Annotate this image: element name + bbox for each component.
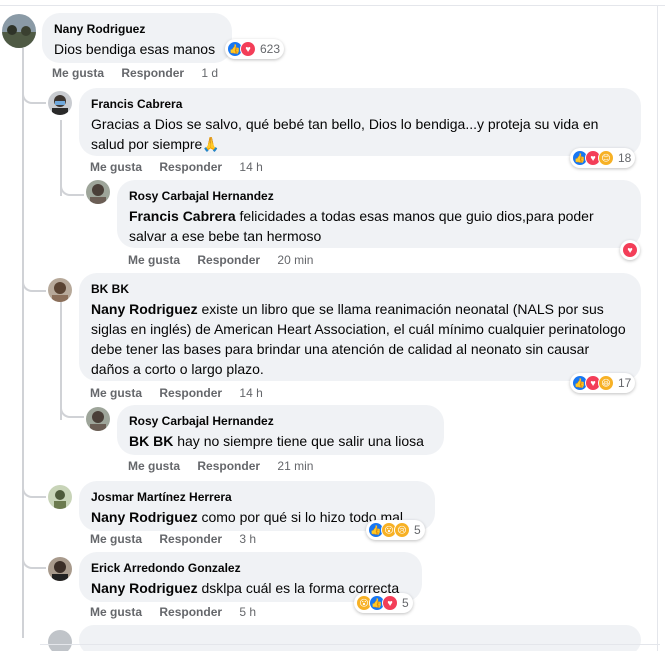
comment-bubble: Rosy Carbajal Hernandez Francis Cabrera …	[117, 180, 641, 248]
thread-hook	[22, 62, 46, 104]
avatar[interactable]	[48, 278, 72, 302]
timestamp[interactable]: 1 d	[201, 66, 218, 80]
thread-hook	[22, 535, 46, 569]
like-link[interactable]: Me gusta	[90, 386, 142, 400]
like-link[interactable]: Me gusta	[128, 459, 180, 473]
avatar[interactable]	[86, 180, 110, 204]
timestamp[interactable]: 3 h	[239, 532, 256, 546]
reply-link[interactable]: Responder	[121, 66, 184, 80]
comment-actions: Me gusta Responder 14 h	[90, 160, 277, 174]
reaction-summary[interactable]: 😮 👍 ♥ 5	[354, 593, 413, 613]
reply-link[interactable]: Responder	[197, 459, 260, 473]
timestamp[interactable]: 14 h	[239, 160, 262, 174]
comment-author[interactable]: Francis Cabrera	[91, 96, 629, 112]
reaction-count: 18	[618, 151, 632, 165]
comment-text: Nany Rodriguez existe un libro que se ll…	[91, 299, 629, 379]
comment-body: hay no siempre tiene que salir una liosa	[173, 433, 424, 449]
haha-reaction-icon: 😆	[598, 375, 614, 391]
reaction-summary[interactable]: 👍 😮 😢 5	[366, 520, 425, 540]
care-reaction-icon: 😊	[598, 150, 614, 166]
like-link[interactable]: Me gusta	[52, 66, 104, 80]
comment-author[interactable]: BK BK	[91, 281, 629, 297]
reply-link[interactable]: Responder	[159, 532, 222, 546]
love-reaction-icon: ♥	[622, 242, 638, 258]
avatar[interactable]	[2, 14, 36, 48]
comment-text: BK BK hay no siempre tiene que salir una…	[129, 431, 432, 451]
comment-author[interactable]: Nany Rodriguez	[54, 21, 220, 37]
top-divider	[0, 5, 665, 6]
comment-actions: Me gusta Responder 1 d	[52, 66, 232, 80]
comment-author[interactable]: Josmar Martínez Herrera	[91, 489, 423, 505]
like-link[interactable]: Me gusta	[90, 605, 142, 619]
comment-actions: Me gusta Responder 14 h	[90, 386, 277, 400]
avatar[interactable]	[86, 407, 110, 431]
reaction-summary[interactable]: 👍 ♥ 😆 17	[570, 373, 636, 393]
comment-author[interactable]: Rosy Carbajal Hernandez	[129, 413, 432, 429]
comment-bubble: Francis Cabrera Gracias a Dios se salvo,…	[79, 88, 641, 156]
love-reaction-icon: ♥	[382, 595, 398, 611]
comment-actions: Me gusta Responder 21 min	[128, 459, 327, 473]
avatar[interactable]	[48, 557, 72, 581]
reaction-summary[interactable]: 👍 ♥ 😊 18	[570, 148, 636, 168]
reaction-count: 17	[618, 376, 632, 390]
mention-link[interactable]: Francis Cabrera	[129, 208, 236, 224]
comment-text: Francis Cabrera felicidades a todas esas…	[129, 206, 629, 246]
comment-actions: Me gusta Responder 5 h	[90, 605, 270, 619]
comment-author[interactable]: Rosy Carbajal Hernandez	[129, 188, 629, 204]
thread-hook	[60, 382, 84, 418]
comment-bubble: Rosy Carbajal Hernandez BK BK hay no sie…	[117, 405, 444, 455]
like-link[interactable]: Me gusta	[128, 253, 180, 267]
mention-link[interactable]: Nany Rodriguez	[91, 580, 198, 596]
love-reaction-icon: ♥	[240, 41, 256, 57]
like-link[interactable]: Me gusta	[90, 532, 142, 546]
comment-actions: Me gusta Responder 20 min	[128, 253, 327, 267]
like-link[interactable]: Me gusta	[90, 160, 142, 174]
mention-link[interactable]: BK BK	[129, 433, 173, 449]
reaction-count: 5	[402, 596, 409, 610]
reaction-summary[interactable]: 👍 ♥ 623	[225, 39, 285, 59]
reply-link[interactable]: Responder	[159, 160, 222, 174]
timestamp[interactable]: 21 min	[277, 459, 313, 473]
mention-link[interactable]: Nany Rodriguez	[91, 301, 198, 317]
reply-link[interactable]: Responder	[159, 386, 222, 400]
thread-hook	[22, 250, 46, 292]
reply-link[interactable]: Responder	[159, 605, 222, 619]
comment-bubble: BK BK Nany Rodriguez existe un libro que…	[79, 273, 641, 381]
reaction-count: 5	[414, 523, 421, 537]
comment-author[interactable]: Erick Arredondo Gonzalez	[91, 560, 410, 576]
comment-input-area[interactable]	[40, 644, 660, 651]
avatar[interactable]	[48, 485, 72, 509]
comment-actions: Me gusta Responder 3 h	[90, 532, 270, 546]
thread-hook	[22, 460, 46, 498]
reply-link[interactable]: Responder	[197, 253, 260, 267]
sad-reaction-icon: 😢	[394, 522, 410, 538]
comment-text: Gracias a Dios se salvo, qué bebé tan be…	[91, 116, 603, 152]
timestamp[interactable]: 14 h	[239, 386, 262, 400]
right-divider	[657, 5, 658, 651]
comment-text: Dios bendiga esas manos	[54, 41, 216, 57]
reaction-summary[interactable]: ♥	[620, 240, 640, 260]
avatar[interactable]	[48, 91, 72, 115]
timestamp[interactable]: 5 h	[239, 605, 256, 619]
thread-hook	[60, 160, 84, 196]
mention-link[interactable]: Nany Rodriguez	[91, 509, 198, 525]
reaction-count: 623	[260, 42, 281, 56]
comment-bubble: Nany Rodriguez Dios bendiga esas manos	[42, 13, 232, 63]
timestamp[interactable]: 20 min	[277, 253, 313, 267]
